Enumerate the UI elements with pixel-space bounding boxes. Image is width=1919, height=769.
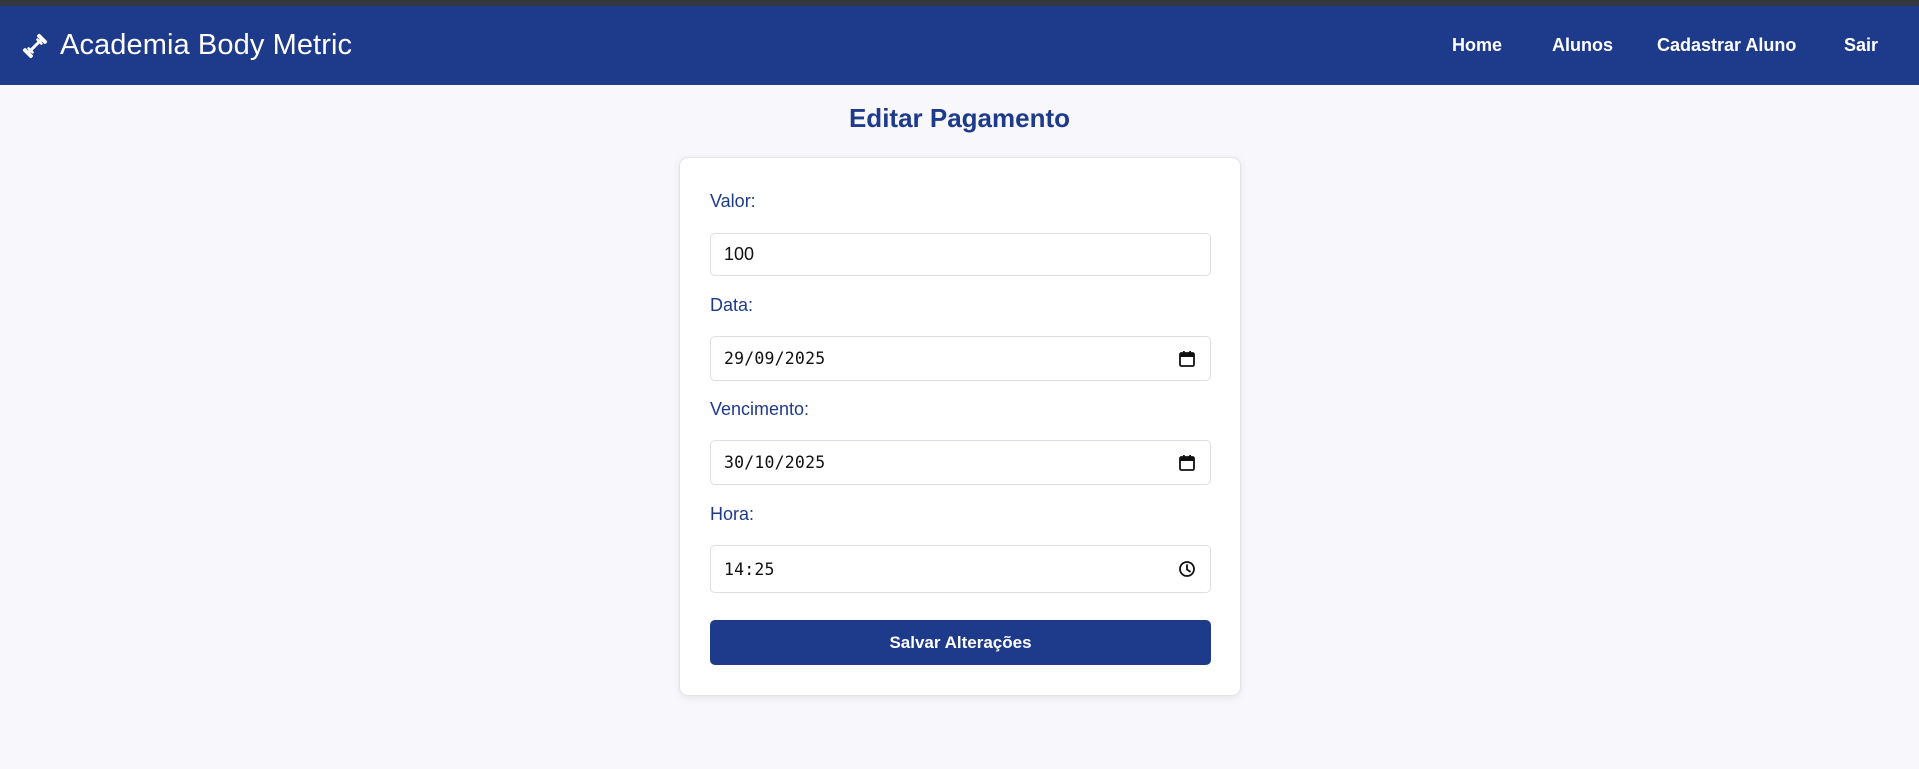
hora-time-input[interactable]: 14:25 (710, 545, 1211, 593)
brand[interactable]: Academia Body Metric (22, 6, 352, 85)
calendar-icon[interactable] (1178, 454, 1196, 472)
dumbbell-icon (22, 33, 48, 58)
brand-title: Academia Body Metric (60, 29, 353, 61)
vencimento-label: Vencimento: (710, 399, 810, 419)
nav-alunos-link[interactable]: Alunos (1552, 6, 1613, 85)
data-value: 29/09/2025 (724, 349, 826, 368)
vencimento-value: 30/10/2025 (724, 453, 826, 472)
payment-form-card: Valor: 100 Data: 29/09/2025 Vencimento: … (679, 157, 1241, 696)
navbar: Academia Body Metric Home Alunos Cadastr… (0, 6, 1919, 85)
data-date-input[interactable]: 29/09/2025 (710, 336, 1211, 381)
valor-value: 100 (724, 244, 755, 264)
data-label: Data: (710, 295, 754, 315)
save-changes-button[interactable]: Salvar Alterações (710, 620, 1211, 665)
vencimento-date-input[interactable]: 30/10/2025 (710, 440, 1211, 485)
nav-home-link[interactable]: Home (1452, 6, 1502, 85)
hora-value: 14:25 (724, 559, 775, 579)
valor-label: Valor: (710, 191, 756, 211)
nav-sair-link[interactable]: Sair (1844, 6, 1878, 85)
nav-cadastrar-aluno-link[interactable]: Cadastrar Aluno (1657, 6, 1796, 85)
valor-input[interactable]: 100 (710, 233, 1211, 276)
page-title: Editar Pagamento (848, 103, 1071, 133)
hora-label: Hora: (710, 504, 755, 524)
calendar-icon[interactable] (1178, 350, 1196, 368)
clock-icon[interactable] (1178, 560, 1196, 578)
